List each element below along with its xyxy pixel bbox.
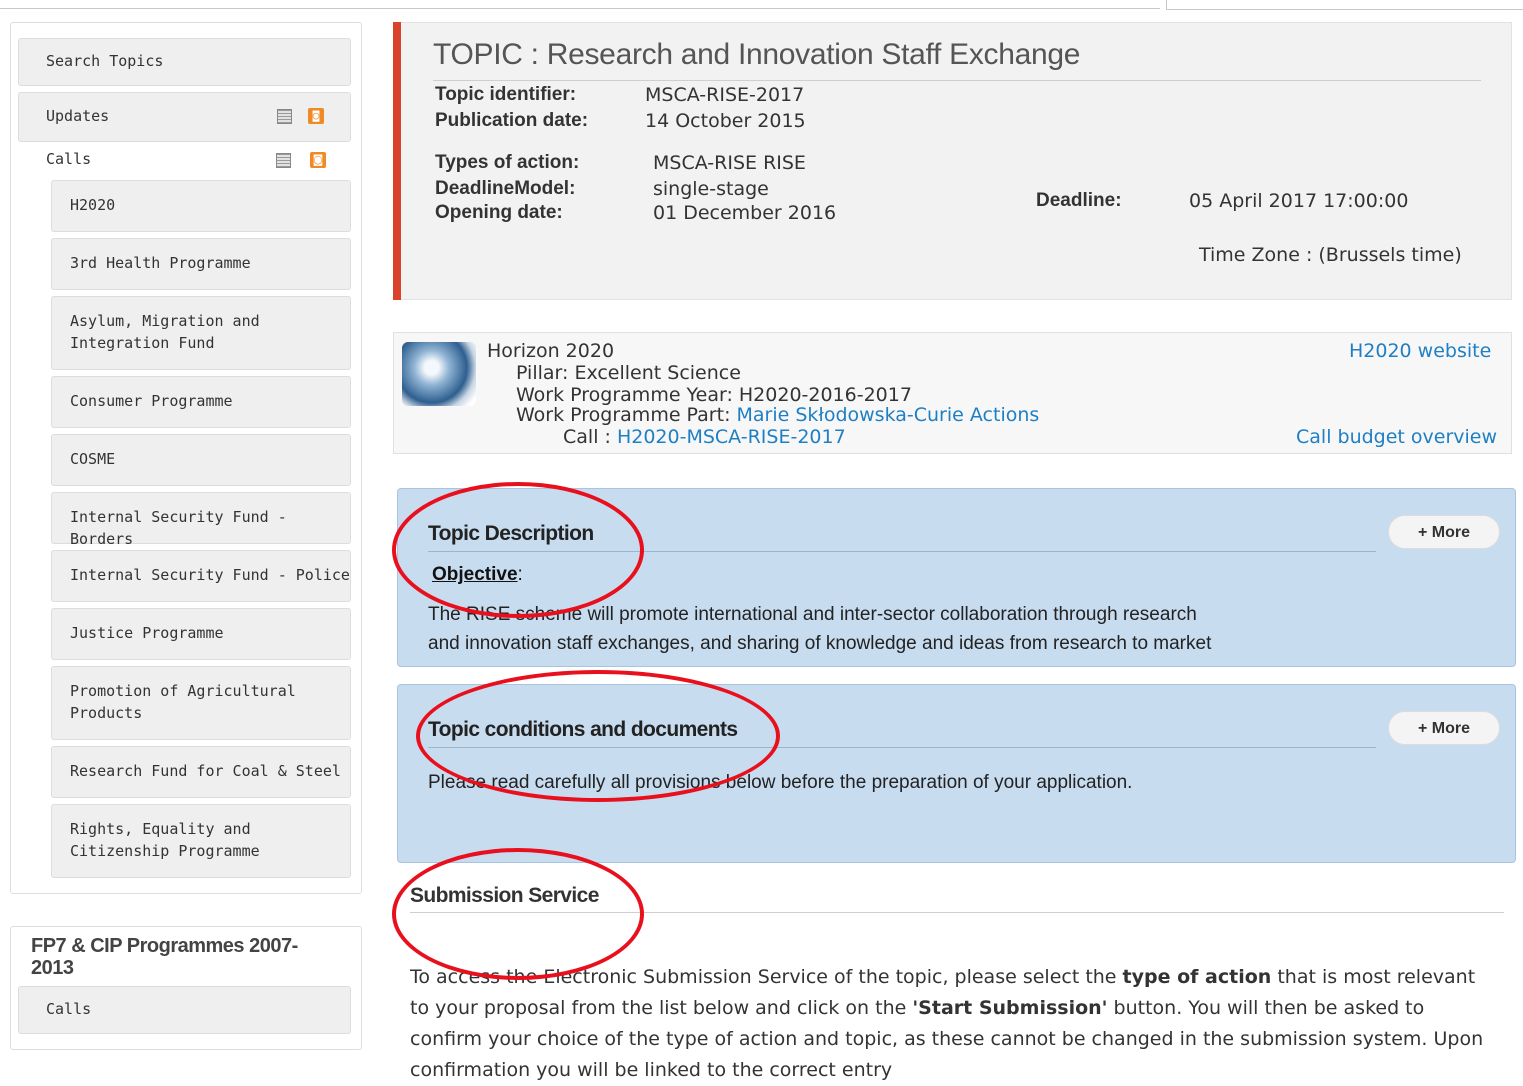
sidebar-item-isf-borders[interactable]: Internal Security Fund - Borders <box>51 492 351 548</box>
sidebar-item-label: Updates <box>46 107 110 125</box>
topic-conditions-more-button[interactable]: + More <box>1388 711 1500 745</box>
topic-description-more-button[interactable]: + More <box>1388 515 1500 549</box>
opening-date-label: Opening date: <box>435 202 563 223</box>
sidebar-item-rights[interactable]: Rights, Equality and Citizenship Program… <box>51 804 351 878</box>
opening-date-value: 01 December 2016 <box>653 202 837 224</box>
topic-description-title: Topic Description <box>428 522 594 545</box>
topic-accent-bar <box>393 22 401 300</box>
sidebar-item-label: Research Fund for Coal & Steel <box>70 762 341 780</box>
topic-conditions-divider <box>428 747 1376 748</box>
description-line-1: The RISE scheme will promote internation… <box>428 604 1197 625</box>
rss-icon[interactable]: ◙ <box>310 152 326 168</box>
submission-service-divider <box>410 912 1504 913</box>
sidebar-item-label: Consumer Programme <box>70 392 233 410</box>
sidebar-item-search-topics[interactable]: Search Topics <box>18 38 351 86</box>
sidebar-item-coal-steel[interactable]: Research Fund for Coal & Steel <box>51 746 351 798</box>
sidebar-item-label: Search Topics <box>46 52 164 70</box>
sidebar-item-label: Calls <box>46 150 92 168</box>
time-zone: Time Zone : (Brussels time) <box>1199 244 1462 266</box>
sidebar-item-label: H2020 <box>70 196 116 214</box>
work-programme-part: Work Programme Part: Marie Skłodowska-Cu… <box>516 404 1039 426</box>
fp7-title: FP7 & CIP Programmes 2007-2013 <box>31 935 298 979</box>
sidebar-item-label: Rights, Equality and Citizenship Program… <box>70 820 260 860</box>
programme-name: Horizon 2020 <box>487 340 615 362</box>
types-of-action-value: MSCA-RISE RISE <box>653 152 806 174</box>
sidebar-item-isf-police[interactable]: Internal Security Fund - Police <box>51 550 351 602</box>
objective-colon: : <box>517 564 523 585</box>
topic-divider <box>433 80 1481 81</box>
sidebar-item-asylum[interactable]: Asylum, Migration and Integration Fund <box>51 296 351 370</box>
horizon-2020-logo <box>402 342 476 406</box>
sidebar-item-label: Internal Security Fund - Borders <box>70 508 287 548</box>
sidebar-item-fp7-calls[interactable]: Calls <box>18 986 351 1034</box>
sidebar-item-updates[interactable]: Updates ◙ <box>18 92 351 142</box>
top-search-box[interactable] <box>1166 0 1523 10</box>
publication-date-value: 14 October 2015 <box>645 110 806 132</box>
submission-service-title: Submission Service <box>410 884 599 907</box>
sidebar-item-consumer[interactable]: Consumer Programme <box>51 376 351 428</box>
work-programme-part-label: Work Programme Part: <box>516 404 737 426</box>
annotation-ellipse-submission <box>392 848 644 980</box>
publication-date-label: Publication date: <box>435 110 589 131</box>
topic-identifier-value: MSCA-RISE-2017 <box>645 84 805 106</box>
topic-conditions-section: Topic conditions and documents + More Pl… <box>397 684 1516 863</box>
objective-heading: Objective: <box>432 564 523 586</box>
sidebar-item-label: 3rd Health Programme <box>70 254 251 272</box>
sidebar-item-label: COSME <box>70 450 116 468</box>
deadline-model-value: single-stage <box>653 178 769 200</box>
topic-identifier-label: Topic identifier: <box>435 84 577 105</box>
submission-start-label: 'Start Submission' <box>912 997 1108 1019</box>
conditions-text: Please read carefully all provisions bel… <box>428 772 1133 793</box>
submission-type-of-action: type of action <box>1122 966 1272 988</box>
programme-pillar: Pillar: Excellent Science <box>516 362 741 384</box>
call-link[interactable]: H2020-MSCA-RISE-2017 <box>617 426 846 448</box>
work-programme-year: Work Programme Year: H2020-2016-2017 <box>516 384 912 406</box>
sidebar-item-label: Internal Security Fund - Police <box>70 566 350 584</box>
deadline-label: Deadline: <box>1036 190 1122 211</box>
calendar-icon[interactable] <box>276 153 291 168</box>
rss-icon[interactable]: ◙ <box>308 108 324 124</box>
sidebar-item-3rd-health[interactable]: 3rd Health Programme <box>51 238 351 290</box>
submission-text-1: To access the Electronic Submission Serv… <box>410 966 1123 988</box>
sidebar-item-cosme[interactable]: COSME <box>51 434 351 486</box>
sidebar-item-calls[interactable]: Calls <box>46 150 91 168</box>
topic-title: TOPIC : Research and Innovation Staff Ex… <box>433 38 1081 71</box>
topic-description-section: Topic Description + More Objective: The … <box>397 488 1516 667</box>
description-line-2: and innovation staff exchanges, and shar… <box>428 633 1212 654</box>
sidebar-item-justice[interactable]: Justice Programme <box>51 608 351 660</box>
call-row: Call : H2020-MSCA-RISE-2017 <box>563 426 846 448</box>
top-divider <box>0 8 1160 9</box>
types-of-action-label: Types of action: <box>435 152 580 173</box>
topic-conditions-title: Topic conditions and documents <box>428 718 738 741</box>
sidebar-item-label: Calls <box>46 1000 92 1018</box>
work-programme-part-link[interactable]: Marie Skłodowska-Curie Actions <box>737 404 1040 426</box>
objective-link[interactable]: Objective <box>432 564 518 585</box>
sidebar-item-label: Promotion of Agricultural Products <box>70 682 296 722</box>
call-label: Call : <box>563 426 617 448</box>
sidebar-item-agricultural[interactable]: Promotion of Agricultural Products <box>51 666 351 740</box>
topic-description-divider <box>428 551 1376 552</box>
call-budget-overview-link[interactable]: Call budget overview <box>1296 426 1497 448</box>
calendar-icon[interactable] <box>277 109 292 124</box>
deadline-value: 05 April 2017 17:00:00 <box>1189 190 1409 212</box>
deadline-model-label: DeadlineModel: <box>435 178 576 199</box>
submission-instructions: To access the Electronic Submission Serv… <box>410 962 1500 1086</box>
h2020-website-link[interactable]: H2020 website <box>1349 340 1491 362</box>
sidebar-item-label: Justice Programme <box>70 624 224 642</box>
sidebar-item-h2020[interactable]: H2020 <box>51 180 351 232</box>
sidebar-item-label: Asylum, Migration and Integration Fund <box>70 312 260 352</box>
